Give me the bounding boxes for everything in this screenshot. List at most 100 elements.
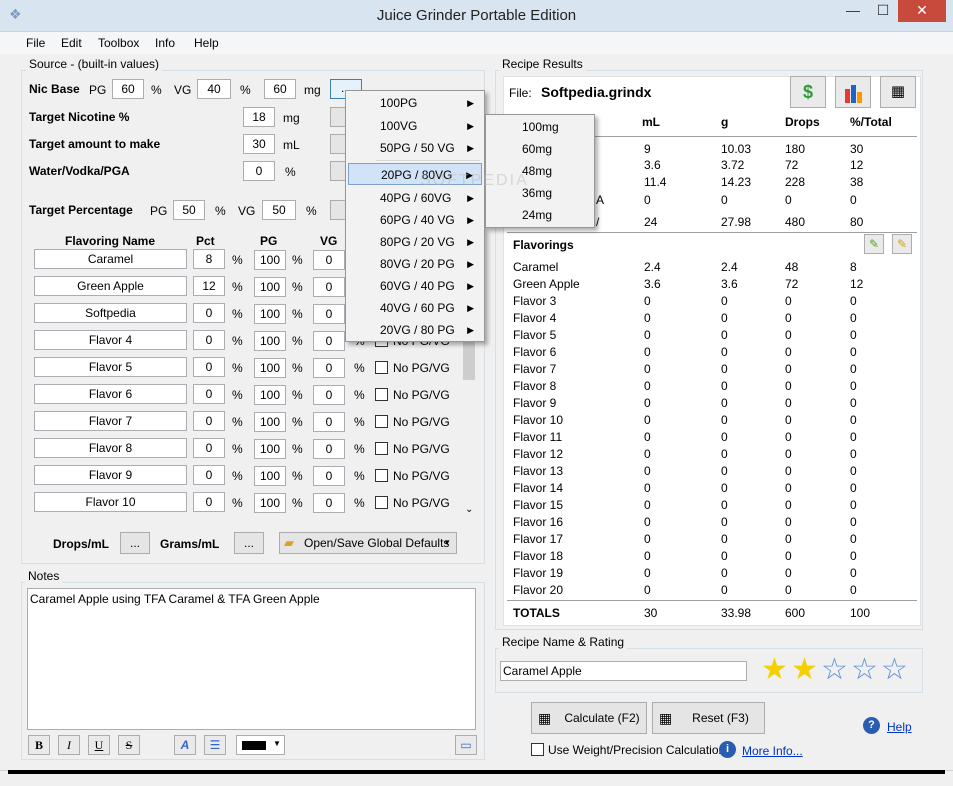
calculate-button[interactable]: ▦ Calculate (F2) bbox=[531, 702, 647, 734]
list-button[interactable]: ☰ bbox=[204, 735, 226, 755]
flavor-vg-input[interactable]: 0 bbox=[313, 439, 345, 459]
flavor-pct-input[interactable]: 0 bbox=[193, 330, 225, 350]
flavor-pct-input[interactable]: 0 bbox=[193, 357, 225, 377]
no-pgvg-checkbox[interactable] bbox=[375, 469, 388, 482]
water-input[interactable]: 0 bbox=[243, 161, 275, 181]
font-button[interactable]: A bbox=[174, 735, 196, 755]
edit-flavor-button[interactable]: ✎ bbox=[864, 234, 884, 254]
flavor-name-input[interactable]: Flavor 10 bbox=[34, 492, 187, 512]
strength-menu-item[interactable]: 24mg bbox=[488, 204, 592, 226]
flavor-name-input[interactable]: Flavor 9 bbox=[34, 465, 187, 485]
preset-menu-item[interactable]: 100VG ▶ bbox=[348, 115, 482, 137]
target-amount-input[interactable]: 30 bbox=[243, 134, 275, 154]
flavor-vg-input[interactable]: 0 bbox=[313, 250, 345, 270]
cost-button[interactable]: $ bbox=[790, 76, 826, 108]
star-empty-icon[interactable]: ☆ bbox=[821, 655, 848, 685]
flavor-name-input[interactable]: Flavor 5 bbox=[34, 357, 187, 377]
flavor-name-input[interactable]: Softpedia bbox=[34, 303, 187, 323]
flavor-pct-input[interactable]: 8 bbox=[193, 249, 225, 269]
star-filled-icon[interactable]: ★ bbox=[761, 655, 788, 685]
flavor-name-input[interactable]: Green Apple bbox=[34, 276, 187, 296]
no-pgvg-checkbox[interactable] bbox=[375, 415, 388, 428]
target-vg-input[interactable]: 50 bbox=[262, 200, 296, 220]
flavor-vg-input[interactable]: 0 bbox=[313, 385, 345, 405]
flavor-pg-input[interactable]: 100 bbox=[254, 466, 286, 486]
reset-button[interactable]: ▦ Reset (F3) bbox=[652, 702, 765, 734]
preset-menu-item[interactable]: 40PG / 60VG ▶ bbox=[348, 187, 482, 209]
flavor-pg-input[interactable]: 100 bbox=[254, 385, 286, 405]
flavor-name-input[interactable]: Flavor 4 bbox=[34, 330, 187, 350]
no-pgvg-checkbox[interactable] bbox=[375, 496, 388, 509]
target-pg-input[interactable]: 50 bbox=[173, 200, 205, 220]
preset-menu-item[interactable]: 20VG / 80 PG ▶ bbox=[348, 319, 482, 341]
menu-info[interactable]: Info bbox=[155, 36, 175, 50]
preset-menu-item[interactable]: 80VG / 20 PG ▶ bbox=[348, 253, 482, 275]
bold-button[interactable]: B bbox=[28, 735, 50, 755]
menu-help[interactable]: Help bbox=[194, 36, 219, 50]
water-preset-button[interactable] bbox=[330, 161, 346, 181]
flavor-pg-input[interactable]: 100 bbox=[254, 277, 286, 297]
flavor-pct-input[interactable]: 0 bbox=[193, 492, 225, 512]
flavor-pct-input[interactable]: 0 bbox=[193, 411, 225, 431]
flavor-pct-input[interactable]: 0 bbox=[193, 303, 225, 323]
preset-menu-item[interactable]: 40VG / 60 PG ▶ bbox=[348, 297, 482, 319]
flavor-pg-input[interactable]: 100 bbox=[254, 358, 286, 378]
no-pgvg-checkbox[interactable] bbox=[375, 361, 388, 374]
help-link[interactable]: Help bbox=[887, 720, 912, 734]
drops-per-ml-button[interactable]: ... bbox=[120, 532, 150, 554]
menu-file[interactable]: File bbox=[26, 36, 45, 50]
strikethrough-button[interactable]: S bbox=[118, 735, 140, 755]
nic-mg-input[interactable]: 60 bbox=[264, 79, 296, 99]
flavor-name-input[interactable]: Flavor 7 bbox=[34, 411, 187, 431]
preset-menu-item[interactable]: 50PG / 50 VG ▶ bbox=[348, 137, 482, 159]
flavor-pct-input[interactable]: 0 bbox=[193, 384, 225, 404]
flavor-pct-input[interactable]: 0 bbox=[193, 438, 225, 458]
flavor-name-input[interactable]: Flavor 8 bbox=[34, 438, 187, 458]
flavor-pg-input[interactable]: 100 bbox=[254, 250, 286, 270]
strength-menu-item[interactable]: 100mg bbox=[488, 116, 592, 138]
menu-edit[interactable]: Edit bbox=[61, 36, 82, 50]
menu-toolbox[interactable]: Toolbox bbox=[98, 36, 139, 50]
recipe-name-input[interactable]: Caramel Apple bbox=[500, 661, 747, 681]
flavor-pg-input[interactable]: 100 bbox=[254, 412, 286, 432]
preset-menu-item[interactable]: 60VG / 40 PG ▶ bbox=[348, 275, 482, 297]
highlight-flavor-button[interactable]: ✎ bbox=[892, 234, 912, 254]
preset-menu-item[interactable]: 100PG ▶ bbox=[348, 92, 482, 114]
scroll-down-icon[interactable]: ⌄ bbox=[465, 504, 473, 515]
flavor-scrollbar[interactable]: ⌄ bbox=[462, 330, 476, 520]
close-button[interactable]: ✕ bbox=[898, 0, 946, 22]
flavor-name-input[interactable]: Caramel bbox=[34, 249, 187, 269]
nic-pg-input[interactable]: 60 bbox=[112, 79, 144, 99]
strength-menu-item[interactable]: 60mg bbox=[488, 138, 592, 160]
target-percentage-preset-button[interactable] bbox=[330, 200, 346, 220]
flavor-name-input[interactable]: Flavor 6 bbox=[34, 384, 187, 404]
nic-vg-input[interactable]: 40 bbox=[197, 79, 231, 99]
flavor-pg-input[interactable]: 100 bbox=[254, 331, 286, 351]
flavor-vg-input[interactable]: 0 bbox=[313, 358, 345, 378]
grams-per-ml-button[interactable]: ... bbox=[234, 532, 264, 554]
flavor-pg-input[interactable]: 100 bbox=[254, 304, 286, 324]
underline-button[interactable]: U bbox=[88, 735, 110, 755]
color-picker[interactable]: ▼ bbox=[236, 735, 285, 755]
chart-button[interactable] bbox=[835, 76, 871, 108]
no-pgvg-checkbox[interactable] bbox=[375, 442, 388, 455]
global-defaults-button[interactable]: ▰ Open/Save Global Defaults ▼ bbox=[279, 532, 457, 554]
notes-textarea[interactable]: Caramel Apple using TFA Caramel & TFA Gr… bbox=[27, 588, 476, 730]
flavor-pct-input[interactable]: 12 bbox=[193, 276, 225, 296]
flavor-pg-input[interactable]: 100 bbox=[254, 493, 286, 513]
target-nicotine-preset-button[interactable] bbox=[330, 107, 346, 127]
target-amount-preset-button[interactable] bbox=[330, 134, 346, 154]
flavor-vg-input[interactable]: 0 bbox=[313, 466, 345, 486]
italic-button[interactable]: I bbox=[58, 735, 80, 755]
maximize-button[interactable]: ☐ bbox=[868, 0, 898, 22]
no-pgvg-checkbox[interactable] bbox=[375, 388, 388, 401]
info-icon[interactable]: i bbox=[719, 741, 736, 758]
flavor-pg-input[interactable]: 100 bbox=[254, 439, 286, 459]
calculator-button[interactable]: ▦ bbox=[880, 76, 916, 108]
star-empty-icon[interactable]: ☆ bbox=[851, 655, 878, 685]
flavor-vg-input[interactable]: 0 bbox=[313, 412, 345, 432]
flavor-vg-input[interactable]: 0 bbox=[313, 331, 345, 351]
star-filled-icon[interactable]: ★ bbox=[791, 655, 818, 685]
preset-menu-item[interactable]: 60PG / 40 VG ▶ bbox=[348, 209, 482, 231]
preset-menu-item[interactable]: 80PG / 20 VG ▶ bbox=[348, 231, 482, 253]
